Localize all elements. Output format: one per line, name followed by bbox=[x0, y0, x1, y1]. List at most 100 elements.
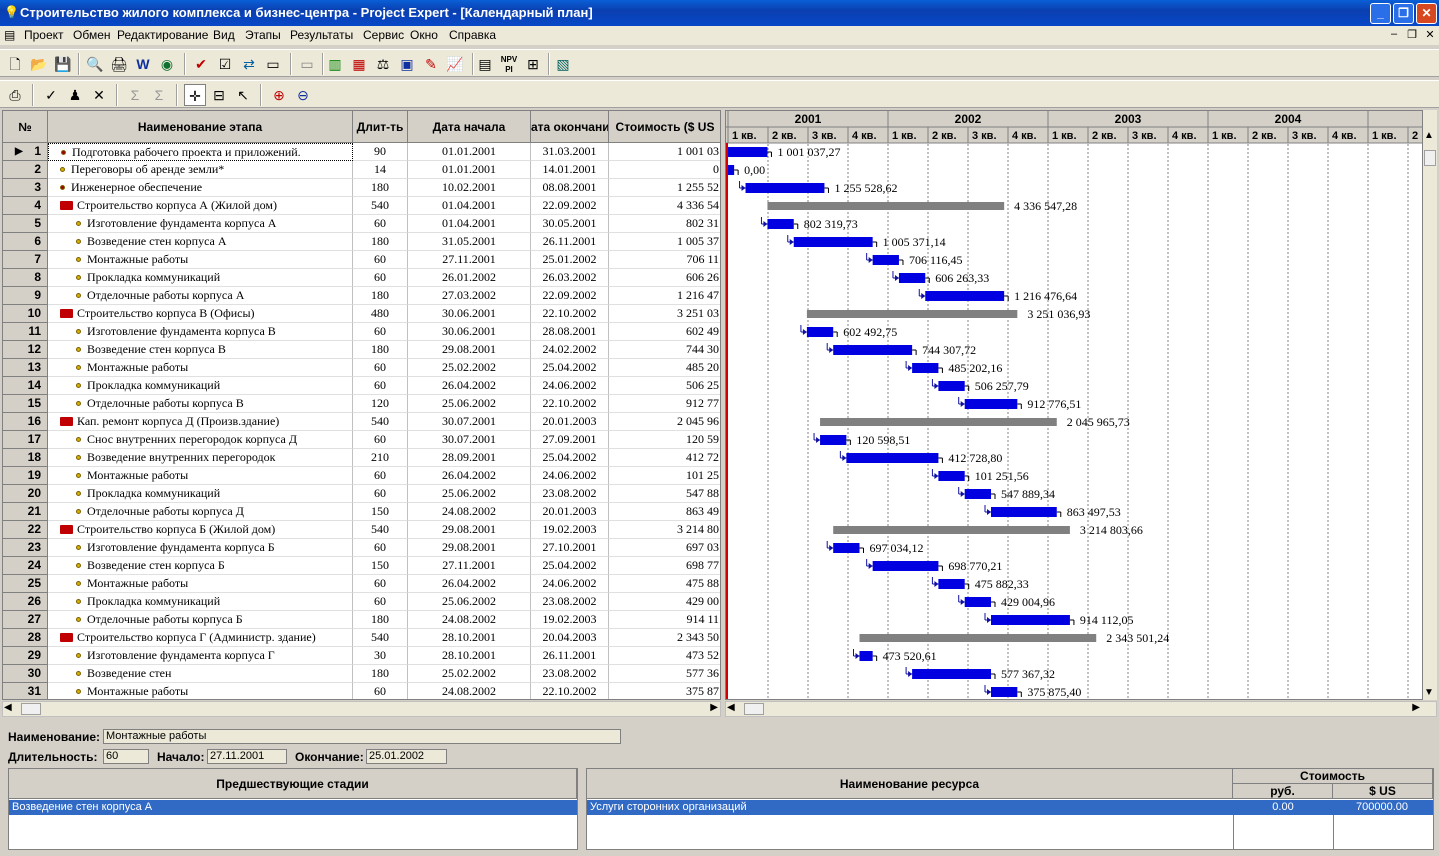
stage-end[interactable]: 19.02.2003 bbox=[531, 611, 609, 629]
stage-end[interactable]: 19.02.2003 bbox=[531, 521, 609, 539]
table-row[interactable]: 22 Строительство корпуса Б (Жилой дом) 540… bbox=[3, 521, 720, 539]
stage-name[interactable]: Возведение внутренних перегородок bbox=[48, 449, 353, 467]
row-number[interactable]: 9 bbox=[3, 287, 48, 305]
row-number[interactable]: 2 bbox=[3, 161, 48, 179]
stage-duration[interactable]: 60 bbox=[353, 485, 408, 503]
stage-end[interactable]: 20.04.2003 bbox=[531, 629, 609, 647]
stage-cost[interactable]: 2 045 96 bbox=[609, 413, 720, 431]
mdi-restore-icon[interactable]: ❐ bbox=[1405, 28, 1419, 42]
row-number[interactable]: 28 bbox=[3, 629, 48, 647]
stage-name[interactable]: Строительство корпуса А (Жилой дом) bbox=[48, 197, 353, 215]
stage-end[interactable]: 08.08.2001 bbox=[531, 179, 609, 197]
stage-start[interactable]: 25.06.2002 bbox=[408, 395, 531, 413]
checklist-icon[interactable]: ☑ bbox=[214, 53, 236, 75]
stage-cost[interactable]: 602 49 bbox=[609, 323, 720, 341]
stage-name[interactable]: Отделочные работы корпуса Д bbox=[48, 503, 353, 521]
name-field[interactable]: Монтажные работы bbox=[103, 729, 621, 744]
stage-duration[interactable]: 540 bbox=[353, 629, 408, 647]
stage-end[interactable]: 22.10.2002 bbox=[531, 683, 609, 699]
line-chart-icon[interactable]: 📈 bbox=[444, 53, 466, 75]
col-header-duration[interactable]: Длит-ть bbox=[353, 111, 408, 143]
row-number[interactable]: 24 bbox=[3, 557, 48, 575]
stage-duration[interactable]: 180 bbox=[353, 665, 408, 683]
stage-name[interactable]: Снос внутренних перегородок корпуса Д bbox=[48, 431, 353, 449]
row-number[interactable]: 22 bbox=[3, 521, 48, 539]
table-row[interactable]: 11 Изготовление фундамента корпуса В 60 30.… bbox=[3, 323, 720, 341]
row-number[interactable]: 6 bbox=[3, 233, 48, 251]
table-row[interactable]: 3 Инженерное обеспечение 180 10.02.2001 08.0… bbox=[3, 179, 720, 197]
stage-name[interactable]: Монтажные работы bbox=[48, 359, 353, 377]
table-row[interactable]: 26 Прокладка коммуникаций 60 25.06.2002 23.0… bbox=[3, 593, 720, 611]
stage-duration[interactable]: 60 bbox=[353, 431, 408, 449]
col-header-start[interactable]: Дата начала bbox=[408, 111, 531, 143]
stage-name[interactable]: Строительство корпуса В (Офисы) bbox=[48, 305, 353, 323]
stage-cost[interactable]: 706 11 bbox=[609, 251, 720, 269]
stage-duration[interactable]: 60 bbox=[353, 683, 408, 699]
stage-end[interactable]: 25.04.2002 bbox=[531, 557, 609, 575]
menu-results[interactable]: Результаты bbox=[290, 28, 353, 42]
zoom-in-icon[interactable]: ⊕ bbox=[268, 84, 290, 106]
stage-start[interactable]: 01.01.2001 bbox=[408, 143, 531, 161]
zoom-out-icon[interactable]: ⊖ bbox=[292, 84, 314, 106]
minimize-button[interactable]: _ bbox=[1370, 3, 1391, 24]
balance-icon[interactable]: ⚖ bbox=[372, 53, 394, 75]
check-icon[interactable]: ✔ bbox=[190, 53, 212, 75]
stage-start[interactable]: 01.04.2001 bbox=[408, 197, 531, 215]
row-number[interactable]: 25 bbox=[3, 575, 48, 593]
stage-end[interactable]: 20.01.2003 bbox=[531, 413, 609, 431]
mdi-minimize-icon[interactable]: – bbox=[1387, 28, 1401, 42]
stage-start[interactable]: 31.05.2001 bbox=[408, 233, 531, 251]
stage-end[interactable]: 26.11.2001 bbox=[531, 647, 609, 665]
link-stages-icon[interactable]: ⊟ bbox=[208, 84, 230, 106]
stage-name[interactable]: Отделочные работы корпуса Б bbox=[48, 611, 353, 629]
stage-cost[interactable]: 1 005 37 bbox=[609, 233, 720, 251]
stage-cost[interactable]: 863 49 bbox=[609, 503, 720, 521]
stage-start[interactable]: 26.04.2002 bbox=[408, 575, 531, 593]
stage-start[interactable]: 10.02.2001 bbox=[408, 179, 531, 197]
stage-start[interactable]: 25.02.2002 bbox=[408, 665, 531, 683]
stage-cost[interactable]: 1 216 47 bbox=[609, 287, 720, 305]
pointer-icon[interactable]: ↖ bbox=[232, 84, 254, 106]
pen-icon[interactable]: ✎ bbox=[420, 53, 442, 75]
report-icon[interactable]: ▣ bbox=[396, 53, 418, 75]
stage-end[interactable]: 27.09.2001 bbox=[531, 431, 609, 449]
print-plan-icon[interactable]: ⎙ bbox=[4, 84, 26, 106]
stage-duration[interactable]: 60 bbox=[353, 251, 408, 269]
stage-end[interactable]: 24.06.2002 bbox=[531, 575, 609, 593]
table-row[interactable]: 28 Строительство корпуса Г (Администр. зд… bbox=[3, 629, 720, 647]
stage-name[interactable]: Возведение стен корпуса Б bbox=[48, 557, 353, 575]
stage-duration[interactable]: 180 bbox=[353, 611, 408, 629]
stage-end[interactable]: 22.10.2002 bbox=[531, 395, 609, 413]
stage-name[interactable]: Монтажные работы bbox=[48, 251, 353, 269]
stage-duration[interactable]: 60 bbox=[353, 377, 408, 395]
table-row[interactable]: 12 Возведение стен корпуса В 180 29.08.2001… bbox=[3, 341, 720, 359]
menu-service[interactable]: Сервис bbox=[363, 28, 404, 42]
table-row[interactable]: 10 Строительство корпуса В (Офисы) 480 30.0… bbox=[3, 305, 720, 323]
table-row[interactable]: 20 Прокладка коммуникаций 60 25.06.2002 23.0… bbox=[3, 485, 720, 503]
vscroll-thumb[interactable] bbox=[1424, 150, 1436, 166]
table-row[interactable]: 27 Отделочные работы корпуса Б 180 24.08.20… bbox=[3, 611, 720, 629]
row-number[interactable]: 18 bbox=[3, 449, 48, 467]
stage-duration[interactable]: 180 bbox=[353, 341, 408, 359]
add-stage-icon[interactable]: ✛ bbox=[184, 84, 206, 106]
structure-icon[interactable]: ⊞ bbox=[522, 53, 544, 75]
row-number[interactable]: 10 bbox=[3, 305, 48, 323]
stage-duration[interactable]: 120 bbox=[353, 395, 408, 413]
row-number[interactable]: 7 bbox=[3, 251, 48, 269]
row-number[interactable]: 13 bbox=[3, 359, 48, 377]
stage-cost[interactable]: 120 59 bbox=[609, 431, 720, 449]
stage-cost[interactable]: 375 87 bbox=[609, 683, 720, 699]
stage-start[interactable]: 30.06.2001 bbox=[408, 305, 531, 323]
stage-end[interactable]: 22.09.2002 bbox=[531, 287, 609, 305]
stage-end[interactable]: 30.05.2001 bbox=[531, 215, 609, 233]
analysis-icon[interactable]: ▧ bbox=[552, 53, 574, 75]
word-export-icon[interactable]: W bbox=[132, 53, 154, 75]
stage-name[interactable]: Возведение стен bbox=[48, 665, 353, 683]
stage-start[interactable]: 25.06.2002 bbox=[408, 485, 531, 503]
stage-duration[interactable]: 60 bbox=[353, 359, 408, 377]
stage-duration[interactable]: 540 bbox=[353, 521, 408, 539]
start-field[interactable]: 27.11.2001 bbox=[207, 749, 287, 764]
table-row[interactable]: 19 Монтажные работы 60 26.04.2002 24.06.2002… bbox=[3, 467, 720, 485]
stage-start[interactable]: 29.08.2001 bbox=[408, 521, 531, 539]
document-icon[interactable]: ▤ bbox=[4, 28, 18, 42]
